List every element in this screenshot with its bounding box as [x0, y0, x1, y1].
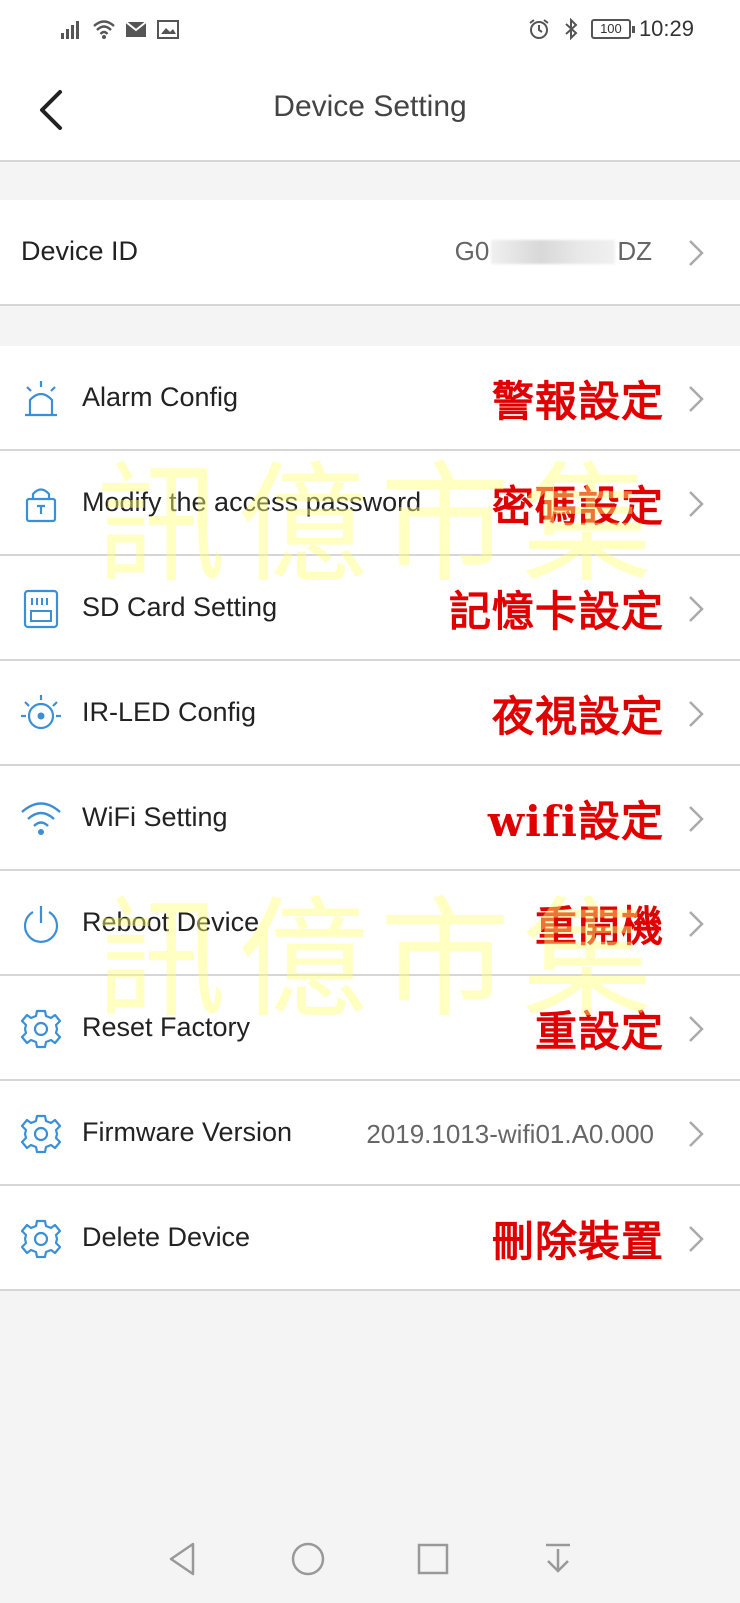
page-title: Device Setting — [273, 90, 467, 123]
row-annotation: 記憶卡設定 — [448, 587, 664, 636]
sd-card-icon — [23, 589, 59, 629]
notification-pull-icon[interactable] — [538, 1539, 578, 1579]
alarm-clock-icon — [529, 19, 549, 39]
chevron-right-icon — [689, 911, 704, 937]
device-id-prefix: G0 — [454, 236, 490, 266]
chevron-right-icon — [689, 491, 704, 517]
firmware-version-value: 2019.1013-wifi01.A0.000 — [366, 1119, 654, 1149]
gear-icon — [20, 1114, 62, 1154]
mail-icon — [125, 21, 147, 37]
row-annotation: 重設定 — [534, 1007, 664, 1056]
row-label: WiFi Setting — [82, 802, 228, 832]
wifi-icon — [93, 20, 115, 39]
sd-card-setting-row[interactable]: SD Card Setting 記憶卡設定 — [0, 556, 740, 661]
ir-led-config-row[interactable]: IR-LED Config 夜視設定 — [0, 661, 740, 766]
chevron-right-icon — [689, 701, 704, 727]
chevron-right-icon — [689, 806, 704, 832]
alarm-icon — [25, 381, 57, 417]
power-icon — [23, 906, 59, 943]
row-annotation: 刪除裝置 — [491, 1217, 664, 1266]
status-time: 10:29 — [638, 16, 694, 41]
firmware-version-row[interactable]: Firmware Version 2019.1013-wifi01.A0.000 — [0, 1081, 740, 1186]
device-id-value: G0 DZ — [455, 236, 652, 267]
signal-icon — [61, 21, 79, 39]
row-annotation: 密碼設定 — [491, 482, 664, 531]
status-bar: 100 10:29 — [0, 0, 740, 58]
system-nav-bar — [0, 1515, 740, 1603]
chevron-right-icon — [689, 386, 704, 412]
alarm-config-row[interactable]: Alarm Config 警報設定 — [0, 346, 740, 451]
chevron-right-icon — [689, 240, 704, 266]
row-label: Modify the access password — [82, 487, 422, 517]
wifi-setting-row[interactable]: WiFi Setting wifi設定 — [0, 766, 740, 871]
chevron-right-icon — [689, 596, 704, 622]
reboot-device-row[interactable]: Reboot Device 重開機 — [0, 871, 740, 976]
bluetooth-icon — [565, 18, 578, 40]
settings-list: Alarm Config 警報設定 Modify the access pass… — [0, 346, 740, 1291]
row-label: Firmware Version — [82, 1117, 293, 1147]
recents-square-icon[interactable] — [413, 1539, 453, 1579]
row-label: SD Card Setting — [82, 592, 278, 622]
row-label: Reset Factory — [82, 1012, 251, 1042]
gear-icon — [20, 1009, 62, 1049]
status-left-icons — [60, 18, 180, 40]
gallery-icon — [157, 20, 179, 39]
chevron-right-icon — [689, 1016, 704, 1042]
device-id-suffix: DZ — [617, 236, 652, 266]
row-annotation: 夜視設定 — [491, 692, 664, 741]
row-label: Delete Device — [82, 1222, 251, 1252]
ir-led-icon — [21, 695, 61, 730]
device-id-redaction — [491, 239, 616, 264]
row-label: Alarm Config — [82, 382, 239, 412]
top-app-bar: Device Setting — [0, 58, 740, 162]
row-label: Reboot Device — [82, 907, 260, 937]
device-id-label: Device ID — [21, 236, 139, 266]
home-circle-icon[interactable] — [288, 1539, 328, 1579]
delete-device-row[interactable]: Delete Device 刪除裝置 — [0, 1186, 740, 1291]
back-triangle-icon[interactable] — [163, 1539, 203, 1579]
status-right-icons: 100 10:29 — [527, 16, 694, 42]
modify-password-row[interactable]: Modify the access password 密碼設定 — [0, 451, 740, 556]
lock-icon — [25, 488, 57, 523]
device-setting-screen: 100 10:29 Device Setting Device ID G0 DZ — [0, 0, 740, 1603]
chevron-right-icon — [689, 1226, 704, 1252]
wifi-icon — [21, 802, 61, 835]
row-annotation: 重開機 — [534, 902, 664, 951]
battery-icon: 100 — [590, 19, 635, 39]
device-id-row[interactable]: Device ID G0 DZ — [0, 200, 740, 306]
row-annotation: wifi設定 — [487, 797, 664, 846]
row-label: IR-LED Config — [82, 697, 257, 727]
row-annotation: 警報設定 — [491, 377, 664, 426]
chevron-right-icon — [689, 1121, 704, 1147]
gear-icon — [20, 1219, 62, 1259]
reset-factory-row[interactable]: Reset Factory 重設定 — [0, 976, 740, 1081]
